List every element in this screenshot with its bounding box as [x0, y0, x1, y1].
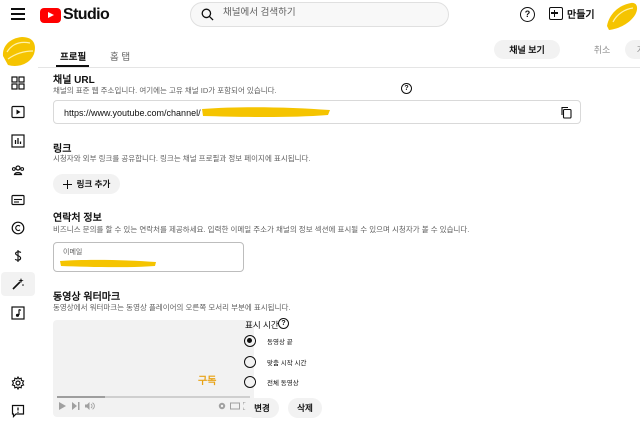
option-end-of-video[interactable]: 동영상 끝 — [244, 335, 293, 347]
copy-icon[interactable] — [560, 106, 572, 119]
volume-icon — [85, 402, 95, 410]
email-redaction-mark — [60, 259, 156, 268]
channel-url-description: 채널의 표준 웹 주소입니다. 여기에는 고유 채널 ID가 포함되어 있습니다… — [53, 86, 277, 95]
next-icon — [72, 402, 80, 410]
watermark-title: 동영상 워터마크 — [53, 292, 121, 303]
cancel-button[interactable]: 취소 — [582, 40, 622, 59]
content-icon[interactable] — [11, 105, 25, 119]
search-input[interactable] — [223, 7, 423, 18]
radio-unchecked[interactable] — [244, 356, 256, 368]
search-box[interactable] — [190, 2, 449, 27]
add-link-label: 링크 추가 — [76, 179, 111, 189]
tab-profile[interactable]: 프로필 — [60, 49, 86, 63]
theater-icon — [230, 402, 240, 410]
play-icon — [59, 402, 66, 410]
display-time-help-icon[interactable]: ? — [278, 318, 289, 329]
channel-url-help-icon[interactable]: ? — [401, 83, 412, 94]
view-channel-button[interactable]: 채널 보기 — [494, 40, 560, 59]
option-custom-start-time[interactable]: 맞춤 시작 시간 — [244, 356, 307, 368]
create-button[interactable]: 만들기 — [549, 6, 595, 21]
settings-icon[interactable] — [11, 376, 25, 390]
copyright-icon[interactable] — [11, 221, 25, 235]
redaction-mark — [202, 107, 330, 117]
create-label: 만들기 — [567, 10, 595, 21]
account-avatar[interactable] — [603, 0, 640, 32]
sidebar — [0, 32, 38, 424]
option-label: 동영상 끝 — [267, 339, 293, 346]
player-settings-icon — [218, 402, 226, 410]
dashboard-icon[interactable] — [11, 76, 25, 90]
contact-title: 연락처 정보 — [53, 213, 102, 224]
radio-unchecked[interactable] — [244, 376, 256, 388]
active-tab-indicator — [56, 65, 89, 67]
option-label: 맞춤 시작 시간 — [267, 360, 307, 367]
community-icon[interactable] — [11, 163, 25, 177]
contact-description: 비즈니스 문의를 할 수 있는 연락처를 제공하세요. 입력한 이메일 주소가 … — [53, 225, 470, 234]
customization-content: 채널 URL 채널의 표준 웹 주소입니다. 여기에는 고유 채널 ID가 포함… — [38, 68, 640, 424]
remove-watermark-button[interactable]: 삭제 — [288, 398, 322, 418]
tab-home[interactable]: 홈 탭 — [110, 49, 130, 63]
plus-icon — [62, 179, 72, 189]
radio-checked[interactable] — [244, 335, 256, 347]
feedback-icon[interactable] — [11, 404, 25, 418]
watermark-preview-text: 구독 — [198, 376, 217, 387]
tab-bar: 프로필 홈 탭 채널 보기 취소 게시 — [38, 32, 640, 68]
channel-avatar[interactable] — [0, 34, 38, 70]
logo-text: Studio — [63, 6, 110, 23]
add-link-button[interactable]: 링크 추가 — [53, 174, 120, 194]
channel-url-text: https://www.youtube.com/channel/ — [64, 108, 201, 118]
watermark-description: 동영상에서 워터마크는 동영상 플레이어의 오른쪽 모서리 부분에 표시됩니다. — [53, 303, 291, 312]
help-icon[interactable]: ? — [520, 7, 535, 22]
customization-icon[interactable] — [11, 277, 25, 291]
watermark-preview: 구독 — [53, 320, 254, 417]
publish-button[interactable]: 게시 — [625, 40, 640, 59]
audio-library-icon[interactable] — [11, 306, 25, 320]
top-bar: Studio ? 만들기 — [0, 0, 640, 32]
monetization-icon[interactable] — [11, 249, 25, 263]
email-field[interactable]: 이메일 — [53, 242, 244, 272]
links-description: 시청자와 외부 링크를 공유합니다. 링크는 채널 프로필과 정보 페이지에 표… — [53, 154, 311, 163]
preview-progress-bar — [57, 396, 250, 398]
subtitles-icon[interactable] — [11, 193, 25, 207]
youtube-logo-icon — [40, 7, 61, 23]
display-time-label: 표시 시간 — [245, 320, 279, 330]
studio-logo[interactable]: Studio — [40, 6, 110, 24]
channel-url-title: 채널 URL — [53, 75, 95, 86]
option-entire-video[interactable]: 전체 동영상 — [244, 376, 299, 388]
channel-url-field[interactable]: https://www.youtube.com/channel/ — [53, 100, 581, 124]
create-video-icon — [549, 7, 563, 20]
search-icon — [201, 8, 214, 21]
change-watermark-button[interactable]: 변경 — [245, 398, 279, 418]
analytics-icon[interactable] — [11, 134, 25, 148]
option-label: 전체 동영상 — [267, 380, 299, 387]
email-label: 이메일 — [63, 249, 83, 256]
menu-icon[interactable] — [11, 8, 25, 20]
